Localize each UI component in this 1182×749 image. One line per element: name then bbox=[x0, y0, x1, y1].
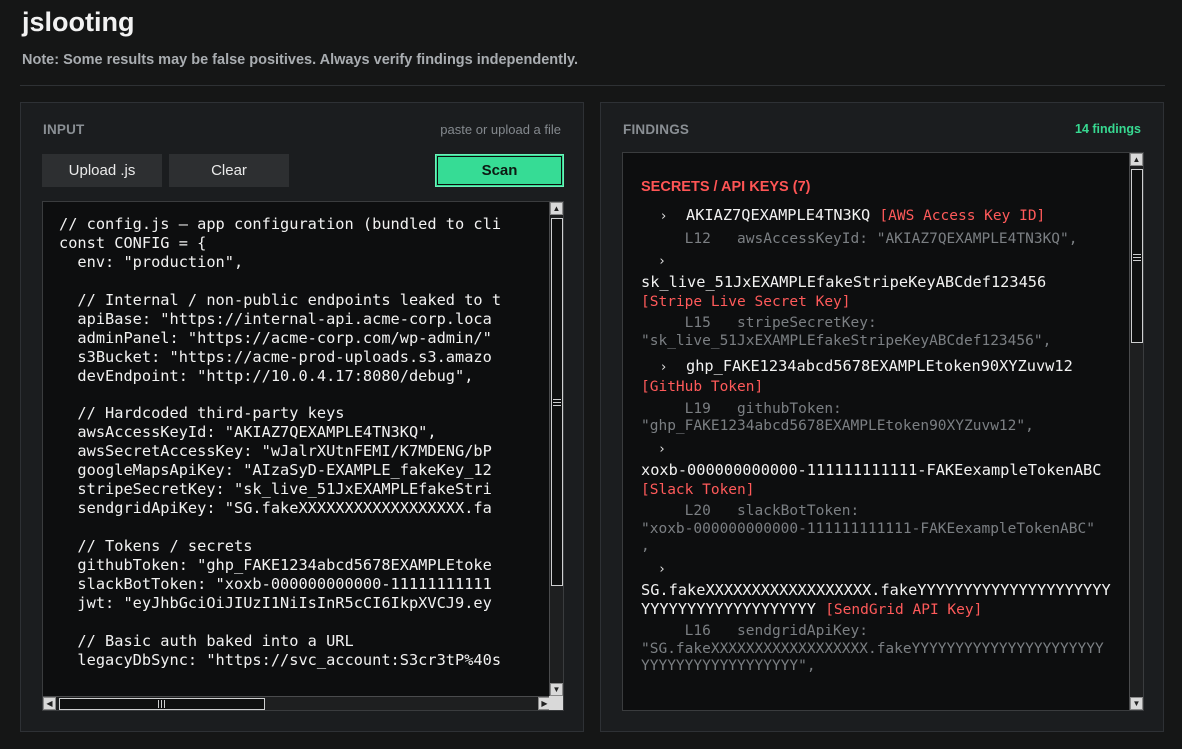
code-line: // Hardcoded third-party keys bbox=[59, 404, 345, 423]
input-panel: INPUT paste or upload a file Upload .js … bbox=[20, 102, 584, 732]
findings-vscroll-thumb[interactable] bbox=[1131, 169, 1143, 343]
code-line: // config.js — app configuration (bundle… bbox=[59, 215, 502, 233]
finding-context: L19 githubToken: "ghp_FAKE1234abcd5678EX… bbox=[641, 400, 1034, 435]
code-line: const CONFIG = { bbox=[59, 233, 207, 252]
finding-item[interactable]: › ghp_FAKE1234abcd5678EXAMPLEtoken90XYZuv… bbox=[641, 357, 1111, 436]
finding-context: L20 slackBotToken: "xoxb-000000000000-11… bbox=[641, 503, 1095, 555]
finding-tag: [Slack Token] bbox=[641, 481, 755, 498]
findings-content: SECRETS / API KEYS (7) › AKIAZ7QEXAMPLE4T… bbox=[641, 179, 1111, 682]
findings-panel-label: FINDINGS bbox=[623, 122, 690, 137]
finding-item[interactable]: › SG.fakeXXXXXXXXXXXXXXXXXX.fakeYYYYYYYY… bbox=[641, 562, 1111, 676]
disclaimer-note: Note: Some results may be false positive… bbox=[22, 52, 578, 68]
triangle-up-icon[interactable]: ▲ bbox=[1130, 153, 1143, 166]
input-panel-hint: paste or upload a file bbox=[440, 122, 561, 137]
finding-item[interactable]: › sk_live_51JxEXAMPLEfakeStripeKeyABCdef… bbox=[641, 254, 1111, 350]
chevron-right-icon[interactable]: › bbox=[641, 359, 686, 378]
code-line: legacyDbSync: "https://svc_account:S3cr3… bbox=[59, 650, 502, 669]
findings-panel: FINDINGS 14 findings SECRETS / API KEYS … bbox=[600, 102, 1164, 732]
code-line: apiBase: "https://internal-api.acme-corp… bbox=[59, 309, 492, 328]
code-line: devEndpoint: "http://10.0.4.17:8080/debu… bbox=[59, 366, 474, 385]
code-line: // Internal / non-public endpoints leake… bbox=[59, 290, 502, 309]
finding-tag: [GitHub Token] bbox=[641, 379, 764, 396]
finding-context: L12 awsAccessKeyId: "AKIAZ7QEXAMPLE4TN3K… bbox=[641, 230, 1078, 247]
finding-value: ghp_FAKE1234abcd5678EXAMPLEtoken90XYZuvw… bbox=[686, 356, 1073, 375]
code-line: googleMapsApiKey: "AIzaSyD-EXAMPLE_fakeK… bbox=[59, 461, 492, 480]
editor-vertical-scrollbar[interactable]: ▲ ▼ bbox=[549, 202, 563, 696]
header-divider bbox=[20, 85, 1165, 86]
triangle-up-icon[interactable]: ▲ bbox=[550, 202, 563, 215]
finding-value: xoxb-000000000000-111111111111-FAKEexamp… bbox=[641, 460, 1102, 479]
chevron-right-icon[interactable]: › bbox=[641, 562, 1111, 581]
editor-hscroll-thumb[interactable] bbox=[59, 698, 265, 710]
upload-js-button[interactable]: Upload .js bbox=[42, 154, 162, 187]
finding-context: L16 sendgridApiKey: "SG.fakeXXXXXXXXXXXX… bbox=[641, 623, 1104, 675]
code-line: slackBotToken: "xoxb-000000000000-111111… bbox=[59, 574, 492, 593]
chevron-right-icon[interactable]: › bbox=[641, 254, 1111, 273]
code-line: awsAccessKeyId: "AKIAZ7QEXAMPLE4TN3KQ", bbox=[59, 423, 437, 442]
app-title: jslooting bbox=[22, 7, 135, 37]
scan-button[interactable]: Scan bbox=[435, 154, 564, 187]
triangle-down-icon[interactable]: ▼ bbox=[550, 683, 563, 696]
code-line: githubToken: "ghp_FAKE1234abcd5678EXAMPL… bbox=[59, 555, 492, 574]
editor-vscroll-thumb[interactable] bbox=[551, 218, 563, 586]
code-line: s3Bucket: "https://acme-prod-uploads.s3.… bbox=[59, 347, 492, 366]
code-line: env: "production", bbox=[59, 252, 244, 271]
findings-count: 14 findings bbox=[1075, 122, 1141, 136]
finding-tag: [SendGrid API Key] bbox=[825, 601, 983, 618]
code-line: adminPanel: "https://acme-corp.com/wp-ad… bbox=[59, 328, 492, 347]
code-textarea[interactable]: // config.js — app configuration (bundle… bbox=[59, 215, 533, 685]
code-line: stripeSecretKey: "sk_live_51JxEXAMPLEfak… bbox=[59, 480, 492, 499]
code-line: // Tokens / secrets bbox=[59, 536, 253, 555]
findings-list[interactable]: SECRETS / API KEYS (7) › AKIAZ7QEXAMPLE4T… bbox=[622, 152, 1144, 711]
code-line: sendgridApiKey: "SG.fakeXXXXXXXXXXXXXXXX… bbox=[59, 499, 492, 518]
editor-horizontal-scrollbar[interactable]: ◀ ▶ bbox=[43, 696, 551, 710]
code-line: jwt: "eyJhbGciOiJIUzI1NiIsInR5cCI6IkpXVC… bbox=[59, 593, 492, 612]
finding-item[interactable]: › AKIAZ7QEXAMPLE4TN3KQ [AWS Access Key ID… bbox=[641, 206, 1111, 248]
finding-value: AKIAZ7QEXAMPLE4TN3KQ bbox=[686, 206, 871, 224]
finding-tag: [AWS Access Key ID] bbox=[879, 208, 1046, 224]
finding-context: L15 stripeSecretKey: "sk_live_51JxEXAMPL… bbox=[641, 315, 1052, 349]
section-title-secrets: SECRETS / API KEYS (7) bbox=[641, 179, 811, 195]
triangle-down-icon[interactable]: ▼ bbox=[1130, 697, 1143, 710]
chevron-right-icon[interactable]: › bbox=[641, 442, 1111, 461]
input-panel-label: INPUT bbox=[43, 122, 85, 137]
clear-button[interactable]: Clear bbox=[169, 154, 289, 187]
findings-vertical-scrollbar[interactable]: ▲ ▼ bbox=[1129, 153, 1143, 710]
code-line: // Basic auth baked into a URL bbox=[59, 631, 354, 650]
triangle-left-icon[interactable]: ◀ bbox=[43, 697, 56, 710]
code-line: awsSecretAccessKey: "wJalrXUtnFEMI/K7MDE… bbox=[59, 442, 492, 461]
finding-value: sk_live_51JxEXAMPLEfakeStripeKeyABCdef12… bbox=[641, 273, 1047, 292]
finding-item[interactable]: › xoxb-000000000000-111111111111-FAKEexa… bbox=[641, 442, 1111, 556]
chevron-right-icon[interactable]: › bbox=[641, 208, 686, 227]
scrollbar-corner bbox=[549, 696, 563, 710]
finding-tag: [Stripe Live Secret Key] bbox=[641, 293, 851, 310]
code-editor[interactable]: // config.js — app configuration (bundle… bbox=[42, 201, 564, 711]
